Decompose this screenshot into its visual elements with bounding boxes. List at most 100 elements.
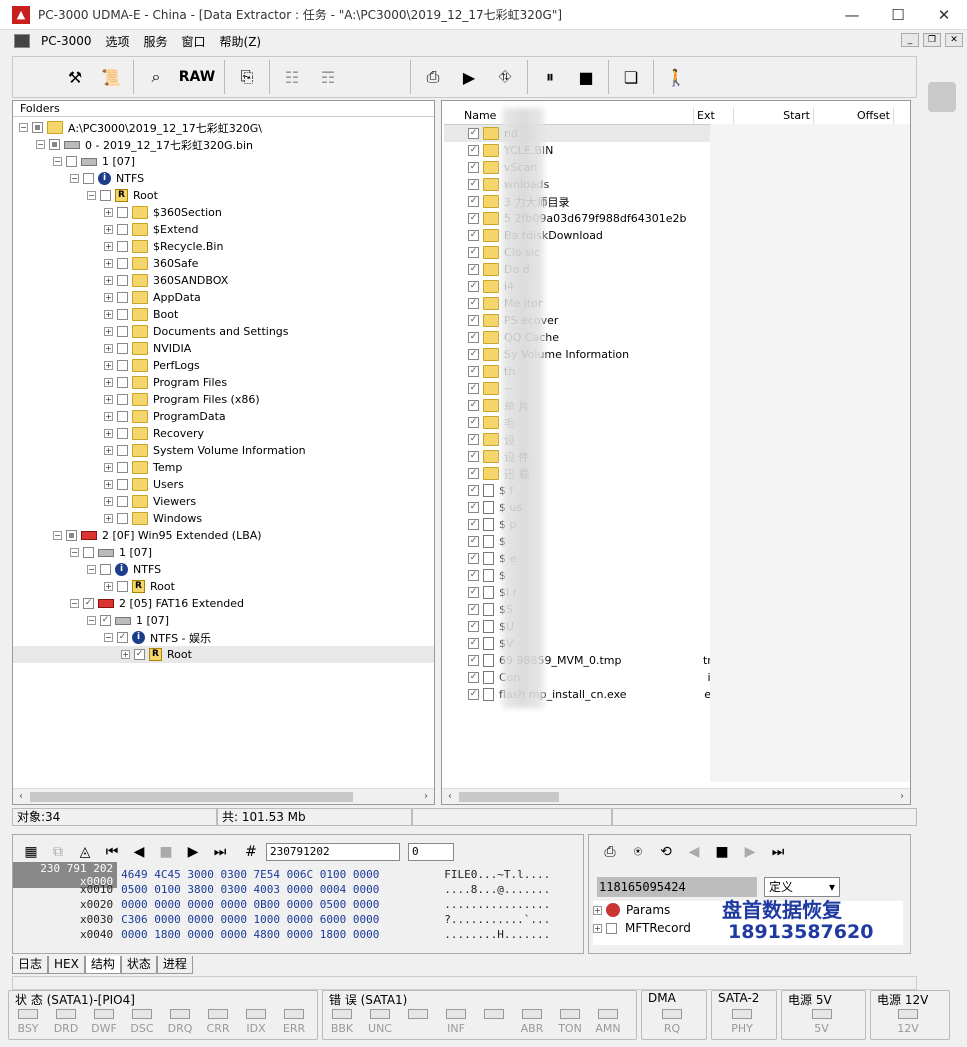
checkbox[interactable]: ✓ (468, 179, 479, 190)
tree-row[interactable]: + Temp (13, 459, 434, 476)
checkbox[interactable]: ✓ (468, 247, 479, 258)
checkbox[interactable]: ✓ (468, 553, 479, 564)
checkbox[interactable]: ✓ (468, 536, 479, 547)
checkbox[interactable]: ✓ (117, 632, 128, 643)
checkbox[interactable]: ✓ (468, 332, 479, 343)
address-input[interactable]: 230791202 (266, 843, 400, 861)
column-offset[interactable]: Offset (814, 107, 894, 124)
expand-icon[interactable]: − (87, 616, 96, 625)
menu-help[interactable]: 帮助(Z) (213, 33, 269, 50)
hex-ascii[interactable]: ................ (444, 898, 583, 911)
checkbox[interactable] (117, 581, 128, 592)
checkbox[interactable]: ✓ (468, 213, 479, 224)
tree-row[interactable]: + AppData (13, 289, 434, 306)
checkbox[interactable]: ✓ (468, 298, 479, 309)
pause-icon[interactable]: ⏸ (535, 62, 565, 92)
play-icon[interactable]: ▶ (454, 62, 484, 92)
expand-icon[interactable]: + (104, 395, 113, 404)
files-horizontal-scrollbar[interactable]: ‹ › (442, 788, 910, 804)
expand-icon[interactable]: − (70, 548, 79, 557)
mdi-restore-button[interactable]: ❐ (923, 33, 941, 47)
tree-row[interactable]: − i NTFS (13, 561, 434, 578)
checkbox[interactable] (117, 275, 128, 286)
checkbox[interactable] (606, 922, 617, 934)
copy-icon[interactable]: ⧉ (46, 840, 70, 864)
tab-status[interactable]: 状态 (120, 956, 157, 974)
checkbox[interactable]: ✓ (468, 638, 479, 649)
expand-icon[interactable]: + (104, 463, 113, 472)
checkbox[interactable]: ✓ (468, 468, 479, 479)
tree-row[interactable]: + $Extend (13, 221, 434, 238)
checkbox[interactable] (117, 360, 128, 371)
tree-row[interactable]: + PerfLogs (13, 357, 434, 374)
checkbox[interactable] (49, 139, 60, 150)
expand-icon[interactable]: − (53, 157, 62, 166)
tree-row[interactable]: + System Volume Information (13, 442, 434, 459)
tree-row[interactable]: − 0 - 2019_12_17七彩虹320G.bin (13, 136, 434, 153)
tree-row[interactable]: + R Root (13, 578, 434, 595)
prev-icon[interactable]: ◀ (681, 840, 707, 864)
tree-row[interactable]: + Users (13, 476, 434, 493)
checkbox[interactable]: ✓ (468, 145, 479, 156)
tree-row[interactable]: +360SANDBOX (13, 272, 434, 289)
checkbox[interactable]: ✓ (468, 196, 479, 207)
checkbox[interactable]: ✓ (468, 366, 479, 377)
tree-row[interactable]: + Windows (13, 510, 434, 527)
expand-icon[interactable]: + (104, 446, 113, 455)
mdi-minimize-button[interactable]: _ (901, 33, 919, 47)
expand-icon[interactable]: + (104, 378, 113, 387)
stop-icon[interactable]: ■ (571, 62, 601, 92)
expand-icon[interactable]: + (104, 310, 113, 319)
tree-row[interactable]: − ✓ 2 [05] FAT16 Extended (13, 595, 434, 612)
checkbox[interactable] (117, 377, 128, 388)
first-icon[interactable]: ⏮ (100, 840, 124, 864)
expand-icon[interactable]: + (104, 344, 113, 353)
hex-ascii[interactable]: ?...........`... (444, 913, 583, 926)
checkbox[interactable]: ✓ (468, 162, 479, 173)
expand-icon[interactable]: + (593, 905, 602, 915)
tree-row[interactable]: + $360Section (13, 204, 434, 221)
expand-icon[interactable]: + (104, 582, 113, 591)
checkbox[interactable] (117, 292, 128, 303)
checkbox[interactable] (117, 309, 128, 320)
checkbox[interactable]: ✓ (468, 383, 479, 394)
tree-row[interactable]: − 2 [0F] Win95 Extended (LBA) (13, 527, 434, 544)
export-icon[interactable]: ⎘ (232, 62, 262, 92)
scroll-thumb[interactable] (30, 792, 353, 802)
expand-icon[interactable]: − (19, 123, 28, 132)
checkbox[interactable] (117, 462, 128, 473)
scroll-thumb[interactable] (459, 792, 559, 802)
scroll-left-icon[interactable]: ‹ (14, 790, 28, 804)
mdi-app-icon[interactable] (14, 34, 30, 48)
expand-icon[interactable]: − (104, 633, 113, 642)
checkbox[interactable] (117, 513, 128, 524)
expand-icon[interactable]: + (104, 225, 113, 234)
checkbox[interactable] (66, 530, 77, 541)
checkbox[interactable] (83, 547, 94, 558)
tab-hex[interactable]: HEX (48, 956, 85, 974)
checkbox[interactable] (117, 479, 128, 490)
chart-icon[interactable]: ◬ (73, 840, 97, 864)
checkbox[interactable] (117, 428, 128, 439)
checkbox[interactable] (117, 241, 128, 252)
hex-ascii[interactable]: ........H....... (444, 928, 583, 941)
hex-bytes[interactable]: 0000 1800 0000 0000 4800 0000 1800 0000 (117, 928, 444, 941)
expand-icon[interactable]: − (36, 140, 45, 149)
prev-icon[interactable]: ◀ (127, 840, 151, 864)
hex-bytes[interactable]: C306 0000 0000 0000 1000 0000 6000 0000 (117, 913, 444, 926)
menu-window[interactable]: 窗口 (175, 33, 213, 50)
hex-bytes[interactable]: 0500 0100 3800 0300 4003 0000 0004 0000 (117, 883, 444, 896)
checkbox[interactable]: ✓ (468, 128, 479, 139)
hex-ascii[interactable]: FILE0...~T.l.... (444, 868, 583, 881)
expand-icon[interactable]: − (53, 531, 62, 540)
expand-icon[interactable]: − (70, 174, 79, 183)
column-start[interactable]: Start (734, 107, 814, 124)
tree-row[interactable]: + Recovery (13, 425, 434, 442)
expand-icon[interactable]: + (104, 497, 113, 506)
copy-window-icon[interactable]: ❏ (616, 62, 646, 92)
expand-icon[interactable]: + (104, 514, 113, 523)
column-ext[interactable]: Ext (694, 107, 734, 124)
checkbox[interactable] (117, 411, 128, 422)
checkbox[interactable] (117, 326, 128, 337)
database-icon[interactable] (928, 82, 956, 112)
